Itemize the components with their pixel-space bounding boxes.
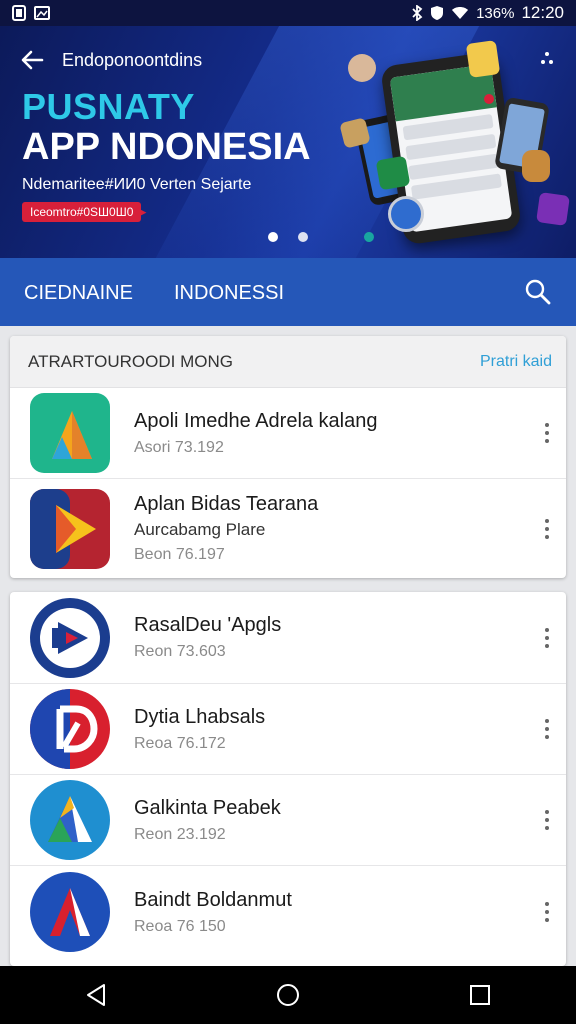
triangle-back-icon <box>87 984 105 1006</box>
status-time: 12:20 <box>521 3 564 22</box>
app-icon <box>28 687 112 771</box>
notification-icon <box>12 5 26 21</box>
app-name: Galkinta Peabek <box>134 796 281 819</box>
category-tab-1[interactable]: CIEDNAINE <box>24 282 133 305</box>
app-icon <box>28 391 112 475</box>
battery-level: 136% <box>476 4 515 22</box>
app-text: Apoli Imedhe Adrela kalang Asori 73.192 <box>134 410 378 457</box>
wifi-icon <box>451 6 469 20</box>
app-meta: Reoa 76.172 <box>134 734 226 752</box>
see-more-link[interactable]: Pratri kaid <box>480 353 552 371</box>
nav-home-button[interactable] <box>268 975 308 1015</box>
app-text: Galkinta Peabek Reon 23.192 <box>134 797 281 844</box>
list-item[interactable]: Aplan Bidas Tearana Aurcabamg Plare Beon… <box>10 479 566 578</box>
app-meta: Asori 73.192 <box>134 438 224 456</box>
nav-back-button[interactable] <box>76 975 116 1015</box>
purple-tile <box>536 192 570 226</box>
compass-orb <box>388 196 424 232</box>
section-title: ATRARTOUROODI MONG <box>28 351 233 371</box>
bluetooth-icon <box>411 5 423 21</box>
app-text: Dytia Lhabsals Reoa 76.172 <box>134 706 265 753</box>
app-icon <box>28 870 112 954</box>
app-meta: Reon 73.603 <box>134 643 226 660</box>
app-subtitle: Aurcabamg Plare <box>134 520 266 539</box>
app-text: RasalDeu 'Apgls Reon 73.603 <box>134 614 281 661</box>
arrow-left-icon <box>21 50 44 70</box>
list-item[interactable]: Galkinta Peabek Reon 23.192 <box>10 775 566 866</box>
apps-list-card: RasalDeu 'Apgls Reon 73.603 Dytia Lhabsa… <box>10 592 566 966</box>
back-button[interactable] <box>18 46 46 74</box>
more-options-button[interactable] <box>540 418 554 448</box>
circle-home-icon <box>277 984 299 1006</box>
card-header: ATRARTOUROODI MONG Pratri kaid <box>10 336 566 388</box>
shield-icon <box>430 5 444 21</box>
green-app-tile <box>375 155 411 191</box>
image-notification-icon <box>34 5 50 21</box>
hero-badge[interactable]: Iceomtro#0SШ0Ш0 <box>22 202 142 222</box>
red-dot-tile <box>484 94 494 104</box>
app-icon <box>28 596 112 680</box>
carousel-indicator[interactable] <box>268 232 308 242</box>
app-text: Baindt Boldanmut Reoa 76 150 <box>134 889 292 936</box>
navigation-bar <box>0 966 576 1024</box>
more-options-button[interactable] <box>540 897 554 927</box>
square-recents-icon <box>470 985 490 1005</box>
carousel-dot[interactable] <box>268 232 278 242</box>
carousel-dot[interactable] <box>298 232 308 242</box>
app-text: Aplan Bidas Tearana Aurcabamg Plare Beon… <box>134 493 318 564</box>
mascot-sticker <box>348 54 376 82</box>
status-left <box>12 5 50 21</box>
hero-subtitle: Ndemaritee#ИИ0 Verten Sejarte <box>22 176 252 193</box>
featured-apps-card: ATRARTOUROODI MONG Pratri kaid Apoli Ime… <box>10 336 566 578</box>
status-right: 136% 12:20 <box>411 3 564 23</box>
search-icon <box>525 279 551 305</box>
more-options-button[interactable] <box>540 805 554 835</box>
app-name: Aplan Bidas Tearana <box>134 493 319 515</box>
category-tab-2[interactable]: INDONESSI <box>174 282 284 305</box>
hero-title-line1: PUSNATY <box>22 86 195 127</box>
app-name: RasalDeu 'Apgls <box>134 614 282 636</box>
app-meta: Reon 23.192 <box>134 825 226 843</box>
more-options-hero-icon[interactable] <box>540 50 554 70</box>
more-options-button[interactable] <box>540 623 554 653</box>
more-options-button[interactable] <box>540 714 554 744</box>
emoji-sticker <box>465 40 501 78</box>
app-meta: Reoa 76 150 <box>134 917 226 935</box>
list-item[interactable]: RasalDeu 'Apgls Reon 73.603 <box>10 592 566 684</box>
list-item[interactable]: Dytia Lhabsals Reoa 76.172 <box>10 684 566 775</box>
app-icon <box>28 778 112 862</box>
category-bar: CIEDNAINE INDONESSI <box>0 258 576 326</box>
hero-banner[interactable]: Endoponoontdins PUSNATY APP NDONESIA Nde… <box>0 26 576 258</box>
status-bar: 136% 12:20 <box>0 0 576 26</box>
badge-chevron-icon: ▸ <box>140 204 147 219</box>
nav-recents-button[interactable] <box>460 975 500 1015</box>
list-item[interactable]: Baindt Boldanmut Reoa 76 150 <box>10 866 566 958</box>
app-name: Apoli Imedhe Adrela kalang <box>134 409 378 432</box>
gift-tile <box>522 150 550 182</box>
more-options-button[interactable] <box>540 514 554 544</box>
search-button[interactable] <box>524 278 552 306</box>
app-name: Baindt Boldanmut <box>134 888 292 911</box>
app-meta: Beon 76.197 <box>134 546 225 563</box>
hero-header-title: Endoponoontdins <box>62 50 203 70</box>
app-icon <box>28 487 112 571</box>
app-name: Dytia Lhabsals <box>134 705 266 728</box>
hero-title-line2: APP NDONESIA <box>22 126 311 168</box>
list-item[interactable]: Apoli Imedhe Adrela kalang Asori 73.192 <box>10 388 566 479</box>
